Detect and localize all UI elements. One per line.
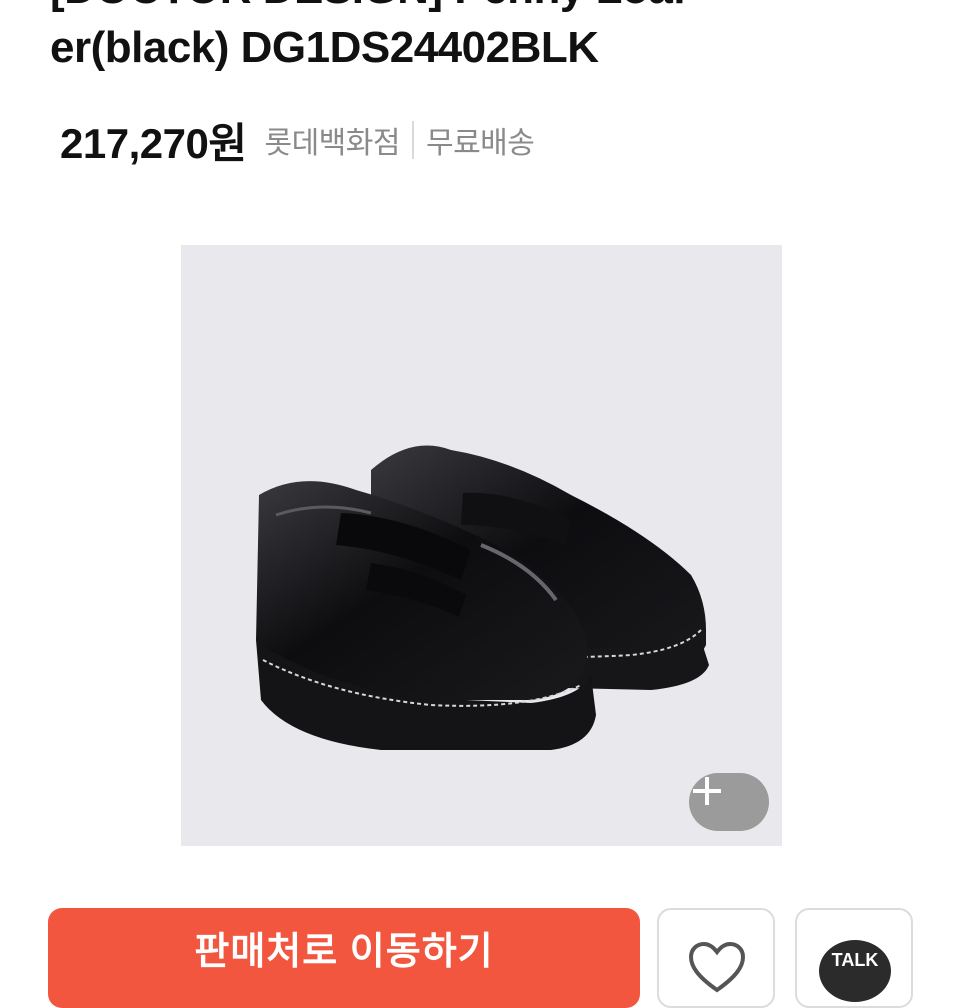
price-row: 217,270원 롯데백화점 무료배송 xyxy=(60,112,535,168)
seller-name: 롯데백화점 xyxy=(264,127,400,160)
zoom-button[interactable] xyxy=(689,773,769,831)
talk-icon: TALK xyxy=(819,940,891,1002)
shipping-info: 무료배송 xyxy=(425,127,535,160)
loafer-shoes-illustration xyxy=(256,445,709,750)
meta-divider xyxy=(411,121,414,159)
heart-icon xyxy=(688,941,746,993)
go-to-seller-button[interactable]: 판매처로 이동하기 xyxy=(48,908,640,1008)
like-button[interactable] xyxy=(657,908,775,1008)
product-title-line-2: er(black) DG1DS24402BLK xyxy=(50,23,599,72)
price: 217,270원 xyxy=(60,119,247,167)
plus-icon xyxy=(693,777,721,805)
talk-button[interactable]: TALK xyxy=(795,908,913,1008)
product-image[interactable] xyxy=(181,245,782,846)
